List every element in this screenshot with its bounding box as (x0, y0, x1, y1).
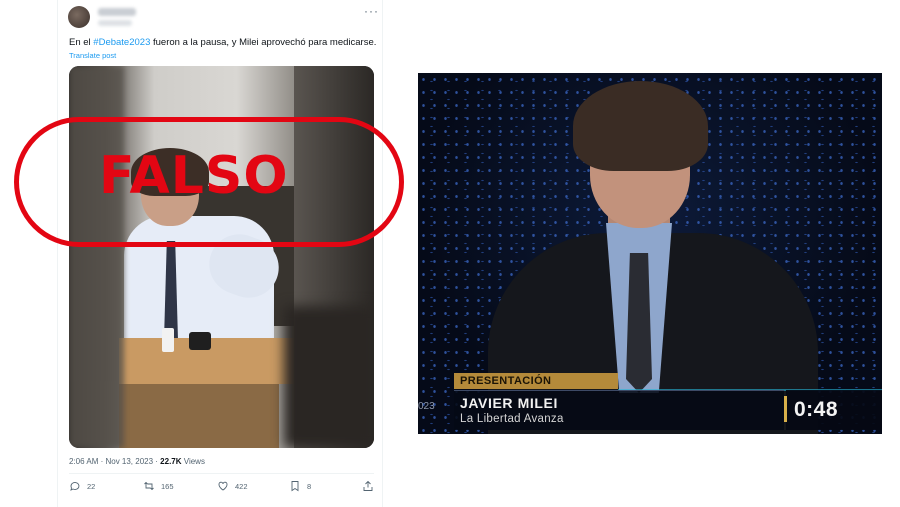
repost-button[interactable]: 165 (143, 480, 174, 492)
reply-button[interactable]: 22 (69, 480, 95, 492)
like-button[interactable]: 422 (217, 480, 248, 492)
like-count: 422 (235, 481, 248, 491)
blurred-display-name (98, 8, 136, 16)
tweet-text-suffix: fueron a la pausa, y Milei aprovechó par… (150, 37, 377, 48)
repost-icon (144, 481, 154, 491)
blurred-handle (98, 20, 132, 26)
repost-count: 165 (161, 481, 174, 491)
avatar[interactable] (68, 6, 90, 28)
views-label: Views (181, 457, 205, 466)
timer-accent (784, 396, 787, 422)
tweet-text-prefix: En el (69, 37, 94, 48)
speaker-party: La Libertad Avanza (460, 413, 564, 425)
bookmark-icon (291, 481, 299, 492)
segment-label: PRESENTACIÓN (460, 375, 552, 387)
speaker-hair (573, 81, 708, 171)
hashtag-link[interactable]: #Debate2023 (93, 37, 150, 48)
like-icon (218, 481, 228, 491)
reply-count: 22 (87, 481, 96, 491)
debate-video-frame: PRESENTACIÓN 023 JAVIER MILEI La Liberta… (418, 73, 882, 434)
segment-tag: PRESENTACIÓN (454, 373, 618, 389)
bookmark-count: 8 (307, 481, 312, 491)
tweet-card: ··· En el #Debate2023 fueron a la pausa,… (57, 0, 383, 507)
tweet-meta: 2:06 AM · Nov 13, 2023 · 22.7K Views (69, 457, 205, 466)
year-fragment: 023 (418, 401, 435, 412)
divider (69, 473, 374, 474)
countdown-timer: 0:48 (794, 398, 839, 421)
views-count: 22.7K (160, 457, 182, 466)
action-bar: 22 165 422 8 (69, 480, 374, 498)
speaker-name: JAVIER MILEI (460, 395, 558, 411)
speaker-bar: JAVIER MILEI La Libertad Avanza (454, 390, 784, 430)
reply-icon (70, 482, 80, 491)
share-button[interactable] (362, 480, 374, 492)
bookmark-button[interactable]: 8 (289, 480, 311, 492)
tweet-text: En el #Debate2023 fueron a la pausa, y M… (69, 37, 376, 48)
timestamp[interactable]: 2:06 AM · Nov 13, 2023 · (69, 457, 160, 466)
translate-post-link[interactable]: Translate post (69, 51, 116, 60)
share-icon (363, 480, 373, 491)
lower-third: PRESENTACIÓN 023 JAVIER MILEI La Liberta… (418, 370, 882, 434)
false-stamp-label: FALSO (99, 146, 289, 206)
more-icon[interactable]: ··· (364, 4, 379, 18)
